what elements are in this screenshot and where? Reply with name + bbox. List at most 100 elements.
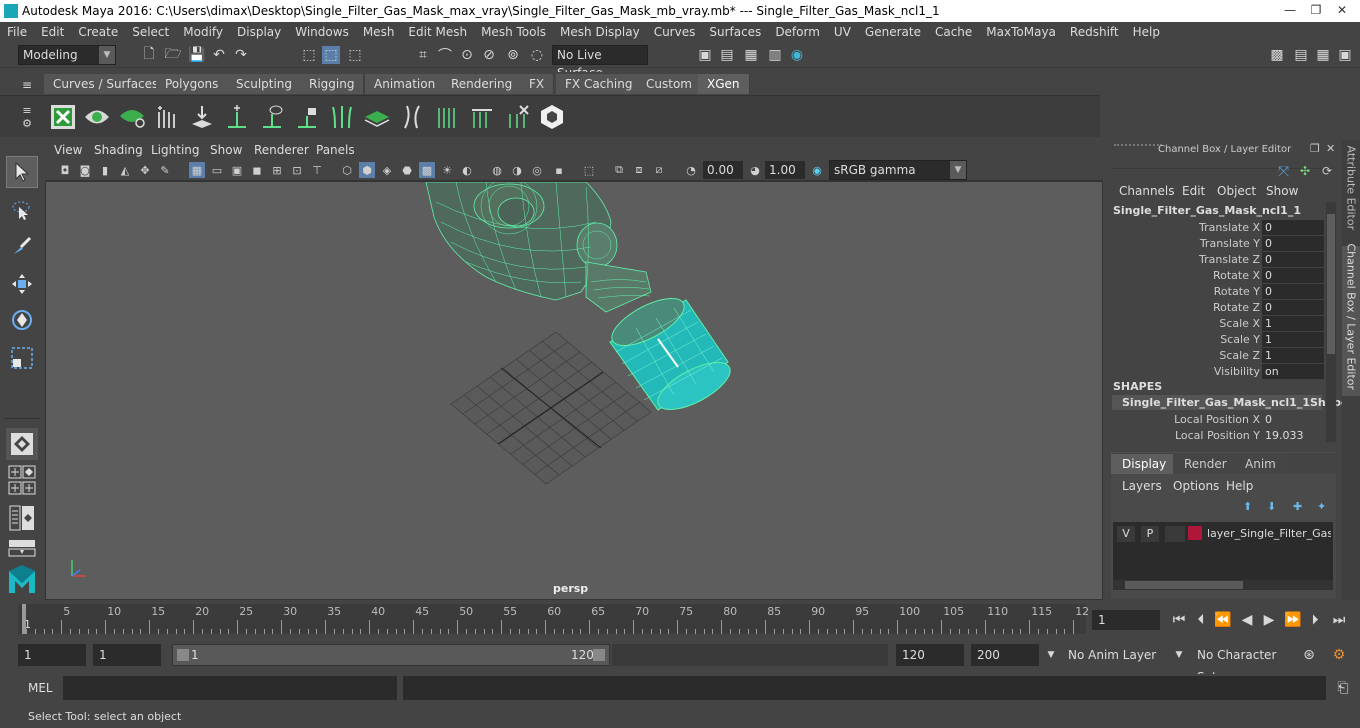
bookmark-icon[interactable]: ▮ [97,162,113,178]
viewport-menu-renderer[interactable]: Renderer [254,143,309,157]
chevron-down-icon[interactable]: ▼ [1170,646,1188,664]
menu-redshift[interactable]: Redshift [1063,25,1126,39]
character-set-dropdown[interactable]: No Character Set [1191,644,1291,684]
attr-value[interactable]: 0 [1262,284,1324,299]
modeling-toolkit-icon[interactable]: ▩ [1268,46,1286,64]
wireframe-icon[interactable]: ⬡ [339,162,355,178]
layer-help-menu[interactable]: Help [1226,479,1253,493]
menu-modify[interactable]: Modify [176,25,230,39]
attr-scale-x[interactable]: Scale X1 [1104,316,1326,332]
options-menu[interactable]: Options [1173,479,1219,493]
scale-tool-icon[interactable] [6,342,38,374]
xgen-clear-preview-icon[interactable] [117,102,147,132]
panel-grip[interactable] [1114,144,1162,152]
current-frame-field[interactable]: 1 [1092,610,1160,630]
safe-title-icon[interactable]: ⊤ [309,162,325,178]
shelf-tab-fx[interactable]: FX [520,74,555,94]
command-input[interactable] [63,676,397,700]
ipr-render-icon[interactable]: ▦ [742,46,760,64]
shape-name[interactable]: Single_Filter_Gas_Mask_ncl1_1Shape [1122,396,1349,409]
minimize-button[interactable]: — [1278,2,1302,18]
script-editor-icon[interactable]: ⎗ [1334,679,1352,697]
open-scene-icon[interactable]: 🗁 [164,46,182,64]
color-management-icon[interactable]: ◉ [809,162,825,178]
attr-translate-z[interactable]: Translate Z0 [1104,252,1326,268]
go-to-end-icon[interactable]: ⏭ [1330,611,1348,629]
xray-joints-icon[interactable]: ⧉ [611,162,627,178]
cb-show-menu[interactable]: Show [1266,184,1298,198]
layer-color-swatch[interactable] [1188,526,1202,540]
new-scene-icon[interactable]: 🗋 [140,46,158,64]
channel-box-tab[interactable]: Channel Box / Layer Editor [1342,244,1360,396]
film-gate-icon[interactable]: ▭ [209,162,225,178]
attr-value[interactable]: 1 [1262,332,1324,347]
step-forward-frame-icon[interactable]: ⏵ [1306,611,1324,629]
gate-mask-icon[interactable]: ◼ [249,162,265,178]
layer-playback-toggle[interactable]: P [1141,526,1159,542]
xgen-preview-icon[interactable] [82,102,112,132]
four-view-layout-icon[interactable] [6,464,38,480]
playback-start-field[interactable]: 1 [93,644,161,666]
channel-box-scrollbar[interactable] [1326,202,1336,442]
step-back-key-icon[interactable]: ⏪ [1214,611,1232,629]
xgen-add-guide-icon[interactable] [222,102,252,132]
live-surface-field[interactable]: No Live Surface [552,45,648,80]
menu-create[interactable]: Create [71,25,125,39]
snap-curve-icon[interactable]: ⌒ [436,46,454,64]
menu-curves[interactable]: Curves [647,25,703,39]
select-component-icon[interactable]: ⬚ [346,46,364,64]
time-ruler[interactable]: 1 5 10 15 20 25 30 35 40 45 50 55 60 65 70 75 80 85 90 95 10… [18,604,1089,634]
menu-mesh-display[interactable]: Mesh Display [553,25,647,39]
rotate-tool-icon[interactable] [6,304,38,336]
xgen-lock-guide-icon[interactable] [292,102,322,132]
two-d-pan-icon[interactable]: ✥ [137,162,153,178]
move-layer-down-icon[interactable]: ⬇ [1267,500,1276,513]
anti-alias-icon[interactable]: ◎ [529,162,545,178]
attribute-editor-tab[interactable]: Attribute Editor [1342,146,1360,238]
menu-maxtomaya[interactable]: MaxToMaya [979,25,1063,39]
xgen-density-icon[interactable] [187,102,217,132]
time-slider[interactable]: 1 5 10 15 20 25 30 35 40 45 50 55 60 65 70 75 80 85 90 95 10… [0,604,1360,636]
xgen-guide-tool-icon[interactable] [467,102,497,132]
hypershade-icon[interactable]: ◉ [788,46,806,64]
channels-menu[interactable]: Channels [1119,184,1175,198]
render-settings-icon[interactable]: ▥ [766,46,784,64]
close-button[interactable]: ✕ [1330,2,1354,18]
save-scene-icon[interactable]: 💾 [188,46,206,64]
step-back-frame-icon[interactable]: ⏴ [1192,611,1210,629]
playback-end-field[interactable]: 120 [896,644,964,666]
shelf-tab-xgen[interactable]: XGen [698,74,750,94]
channel-box-toggle-icon[interactable]: ▣ [1336,46,1354,64]
animation-end-field[interactable]: 200 [971,644,1039,666]
xray-icon[interactable]: ▩ [419,162,435,178]
attr-rotate-y[interactable]: Rotate Y0 [1104,284,1326,300]
menu-windows[interactable]: Windows [288,25,356,39]
animation-start-field[interactable]: 1 [18,644,86,666]
xgen-delete-guide-icon[interactable] [502,102,532,132]
shelf-tab-custom[interactable]: Custom [637,74,702,94]
menu-mesh-tools[interactable]: Mesh Tools [474,25,553,39]
xgen-sculpt-layer-icon[interactable] [362,102,392,132]
shelf-menu-icon[interactable]: ≡ [18,76,36,94]
xgen-guide-shape-icon[interactable] [327,102,357,132]
motion-blur-icon[interactable]: ◑ [509,162,525,178]
viewport-menu-view[interactable]: View [54,143,82,157]
close-panel-icon[interactable]: ✕ [1326,142,1335,155]
field-chart-icon[interactable]: ⊞ [269,162,285,178]
chevron-down-icon[interactable]: ▼ [1042,646,1060,664]
shelf-tab-rigging[interactable]: Rigging [300,74,365,94]
layer-tab-anim[interactable]: Anim [1234,454,1287,474]
attr-local-position-x[interactable]: Local Position X0 [1104,412,1326,428]
range-end-handle[interactable] [593,649,605,661]
attr-value[interactable]: 0 [1262,412,1324,427]
select-camera-icon[interactable]: ◘ [57,162,73,178]
lasso-tool-icon[interactable] [6,194,38,226]
viewport-menu-lighting[interactable]: Lighting [151,143,200,157]
float-panel-icon[interactable]: ❐ [1310,142,1320,155]
maximize-button[interactable]: ❐ [1304,2,1328,18]
cb-edit-menu[interactable]: Edit [1182,184,1205,198]
layer-hscrollbar[interactable] [1113,580,1333,590]
new-layer-icon[interactable]: ✚ [1293,500,1302,513]
cb-object-menu[interactable]: Object [1217,184,1256,198]
render-view-icon[interactable]: ▣ [696,46,714,64]
